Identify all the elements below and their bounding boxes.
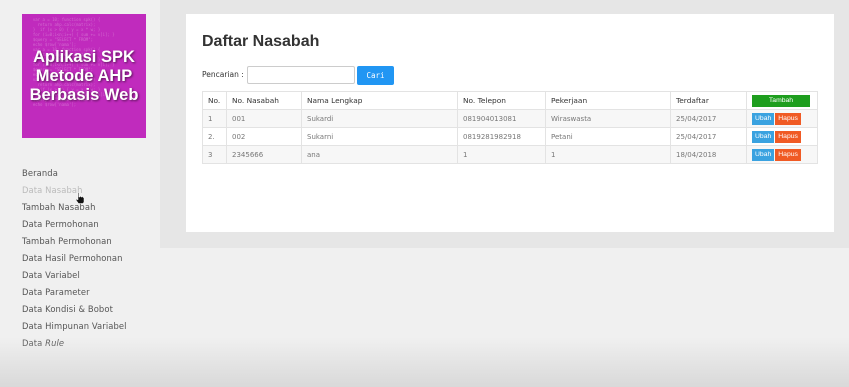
cell-nama-lengkap: ana <box>301 145 458 164</box>
sidebar-item-data-rule[interactable]: Data Rule <box>22 335 157 352</box>
cell-nama-lengkap: Sukardi <box>301 109 458 128</box>
cell-actions: Ubah Hapus <box>746 145 818 164</box>
cell-no-telepon: 081904013081 <box>457 109 546 128</box>
table-row: 2. 002 Sukarni 0819281982918 Petani 25/0… <box>202 127 818 146</box>
cell-no-nasabah: 2345666 <box>226 145 302 164</box>
sidebar-item-data-permohonan[interactable]: Data Permohonan <box>22 216 157 233</box>
app-logo: var a = 10; function spk() { return ahp.… <box>22 14 146 138</box>
sidebar-item-data-hasil-permohonan[interactable]: Data Hasil Permohonan <box>22 250 157 267</box>
sidebar-item-label: Data <box>22 338 43 348</box>
cell-no: 1 <box>202 109 227 128</box>
edit-button[interactable]: Ubah <box>752 130 775 143</box>
cell-terdaftar: 25/04/2017 <box>670 127 747 146</box>
column-header-terdaftar: Terdaftar <box>670 91 747 110</box>
column-header-no-nasabah: No. Nasabah <box>226 91 302 110</box>
sidebar-item-data-parameter[interactable]: Data Parameter <box>22 284 157 301</box>
sidebar-item-tambah-permohonan[interactable]: Tambah Permohonan <box>22 233 157 250</box>
sidebar-item-beranda[interactable]: Beranda <box>22 165 157 182</box>
sidebar-nav: Beranda Data Nasabah Tambah Nasabah Data… <box>22 165 157 352</box>
column-header-no: No. <box>202 91 227 110</box>
sidebar-item-data-himpunan-variabel[interactable]: Data Himpunan Variabel <box>22 318 157 335</box>
sidebar-item-data-variabel[interactable]: Data Variabel <box>22 267 157 284</box>
cell-terdaftar: 18/04/2018 <box>670 145 747 164</box>
edit-button[interactable]: Ubah <box>752 148 775 161</box>
cell-actions: Ubah Hapus <box>746 109 818 128</box>
column-header-nama-lengkap: Nama Lengkap <box>301 91 458 110</box>
table-row: 3 2345666 ana 1 1 18/04/2018 Ubah Hapus <box>202 145 818 164</box>
table-header-row: No. No. Nasabah Nama Lengkap No. Telepon… <box>202 91 818 110</box>
cell-no: 3 <box>202 145 227 164</box>
logo-title-line: Berbasis Web <box>29 86 139 104</box>
cell-no-nasabah: 001 <box>226 109 302 128</box>
add-nasabah-button[interactable]: Tambah <box>752 94 810 107</box>
cell-no-telepon: 1 <box>457 145 546 164</box>
hand-pointer-icon <box>75 192 85 204</box>
cell-terdaftar: 25/04/2017 <box>670 109 747 128</box>
delete-button[interactable]: Hapus <box>775 148 801 161</box>
logo-title-line: Aplikasi SPK <box>33 48 135 66</box>
logo-title: Aplikasi SPK Metode AHP Berbasis Web <box>22 48 146 105</box>
page-title: Daftar Nasabah <box>202 33 320 50</box>
cell-no: 2. <box>202 127 227 146</box>
column-header-pekerjaan: Pekerjaan <box>545 91 671 110</box>
cell-pekerjaan: Wiraswasta <box>545 109 671 128</box>
cell-no-telepon: 0819281982918 <box>457 127 546 146</box>
delete-button[interactable]: Hapus <box>775 130 801 143</box>
search-input[interactable] <box>247 66 355 84</box>
cell-pekerjaan: Petani <box>545 127 671 146</box>
search-button[interactable]: Cari <box>357 66 394 85</box>
delete-button[interactable]: Hapus <box>775 112 801 125</box>
sidebar-item-label-italic: Rule <box>45 338 65 348</box>
cell-nama-lengkap: Sukarni <box>301 127 458 146</box>
cell-no-nasabah: 002 <box>226 127 302 146</box>
sidebar-item-tambah-nasabah[interactable]: Tambah Nasabah <box>22 199 157 216</box>
sidebar-item-data-nasabah[interactable]: Data Nasabah <box>22 182 157 199</box>
column-header-no-telepon: No. Telepon <box>457 91 546 110</box>
cell-actions: Ubah Hapus <box>746 127 818 146</box>
logo-title-line: Metode AHP <box>35 67 133 85</box>
cell-pekerjaan: 1 <box>545 145 671 164</box>
nasabah-table: No. No. Nasabah Nama Lengkap No. Telepon… <box>202 91 818 164</box>
table-row: 1 001 Sukardi 081904013081 Wiraswasta 25… <box>202 109 818 128</box>
search-label: Pencarian : <box>202 70 244 79</box>
edit-button[interactable]: Ubah <box>752 112 775 125</box>
sidebar-item-data-kondisi-bobot[interactable]: Data Kondisi & Bobot <box>22 301 157 318</box>
column-header-actions: Tambah <box>746 91 818 110</box>
